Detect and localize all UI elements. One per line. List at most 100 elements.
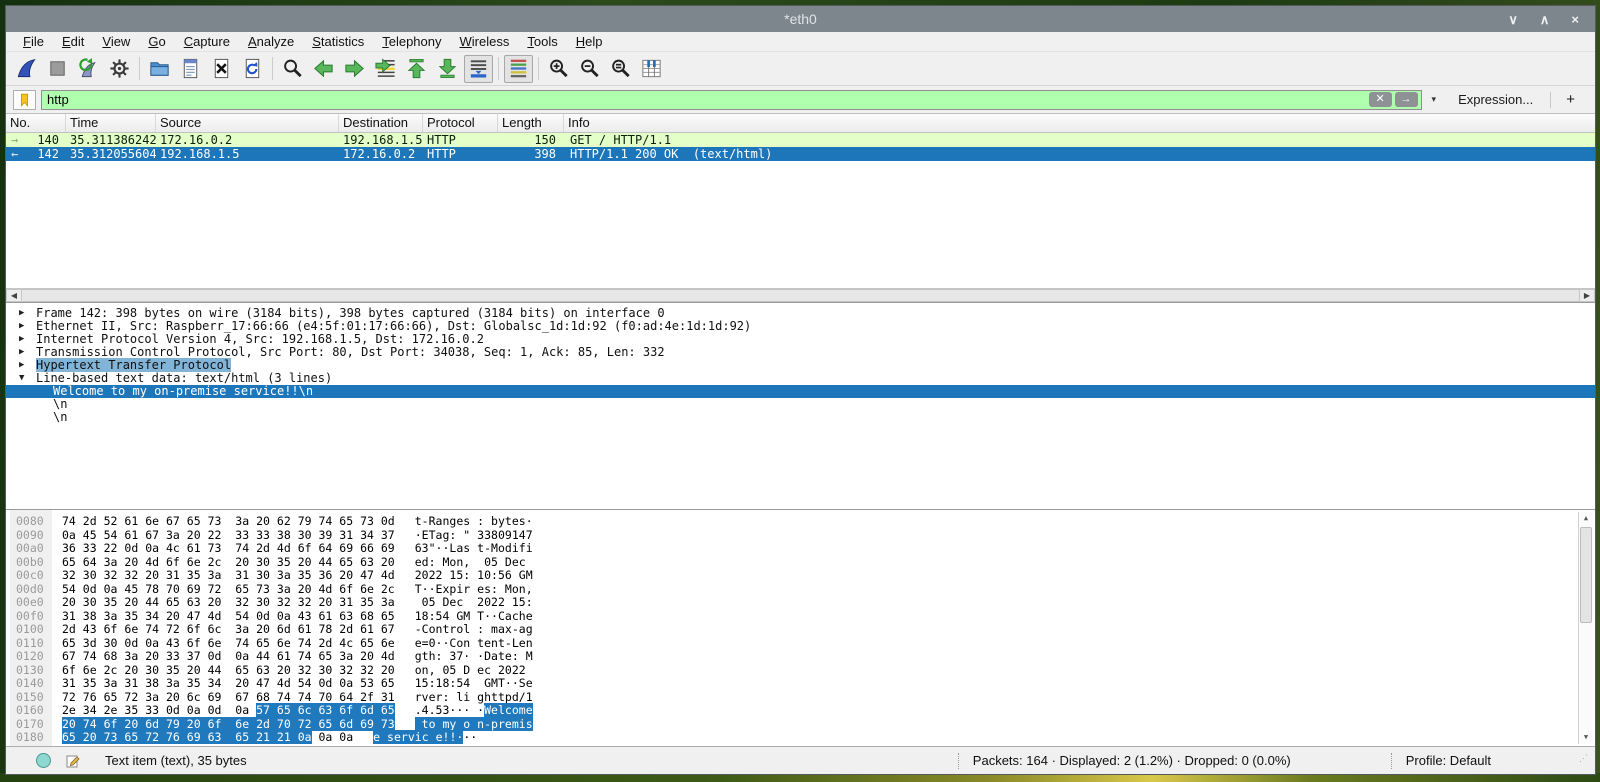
zoom-out-icon[interactable] bbox=[575, 55, 604, 83]
close-icon[interactable]: × bbox=[1571, 13, 1579, 26]
zoom-in-icon[interactable] bbox=[544, 55, 573, 83]
hex-row[interactable]: 00e020 30 35 20 44 65 63 20 32 30 32 32 … bbox=[6, 596, 1595, 610]
hex-row[interactable]: 00f031 38 3a 35 34 20 47 4d 54 0d 0a 43 … bbox=[6, 610, 1595, 624]
stop-capture-icon[interactable] bbox=[43, 55, 72, 83]
hex-row[interactable]: 00c032 30 32 32 20 31 35 3a 31 30 3a 35 … bbox=[6, 569, 1595, 583]
scroll-down-arrow-icon[interactable]: ▼ bbox=[1579, 731, 1593, 744]
expression-button[interactable]: Expression... bbox=[1446, 92, 1545, 107]
detail-row[interactable]: Welcome to my on-premise service!!\n bbox=[6, 385, 1595, 398]
hex-row[interactable]: 012067 74 68 3a 20 33 37 0d 0a 44 61 74 … bbox=[6, 650, 1595, 664]
expert-info-icon[interactable] bbox=[36, 753, 51, 768]
hex-row[interactable]: 01602e 34 2e 35 33 0d 0a 0d 0a 57 65 6c … bbox=[6, 704, 1595, 718]
expander-right-icon[interactable]: ▶ bbox=[19, 333, 24, 346]
column-header-no[interactable]: No. bbox=[6, 114, 66, 132]
minimize-icon[interactable]: ∨ bbox=[1508, 13, 1518, 26]
hex-row[interactable]: 008074 2d 52 61 6e 67 65 73 3a 20 62 79 … bbox=[6, 515, 1595, 529]
expander-right-icon[interactable]: ▶ bbox=[19, 320, 24, 333]
hex-row[interactable]: 014031 35 3a 31 38 3a 35 34 20 47 4d 54 … bbox=[6, 677, 1595, 691]
column-header-info[interactable]: Info bbox=[564, 114, 1595, 132]
menu-item-analyze[interactable]: Analyze bbox=[239, 34, 303, 49]
zoom-original-icon[interactable] bbox=[606, 55, 635, 83]
horizontal-scroll-thumb[interactable] bbox=[22, 289, 1579, 302]
hex-ascii: e=0··Con tent-Len bbox=[415, 636, 533, 650]
menu-item-go[interactable]: Go bbox=[139, 34, 174, 49]
hex-offset: 0170 bbox=[16, 718, 62, 732]
menu-item-file[interactable]: File bbox=[14, 34, 53, 49]
hex-offset: 0160 bbox=[16, 704, 62, 718]
capture-comment-icon[interactable] bbox=[65, 753, 81, 769]
hex-row[interactable]: 00d054 0d 0a 45 78 70 69 72 65 73 3a 20 … bbox=[6, 583, 1595, 597]
hex-row[interactable]: 018065 20 73 65 72 76 69 63 65 21 21 0a … bbox=[6, 731, 1595, 745]
filter-clear-button[interactable]: ✕ bbox=[1369, 92, 1392, 107]
open-file-icon[interactable] bbox=[145, 55, 174, 83]
scroll-up-arrow-icon[interactable]: ▲ bbox=[1579, 512, 1593, 525]
filter-add-button[interactable]: + bbox=[1556, 91, 1587, 108]
hex-row[interactable]: 015072 76 65 72 3a 20 6c 69 67 68 74 74 … bbox=[6, 691, 1595, 705]
detail-row[interactable]: \n bbox=[6, 398, 1595, 411]
status-profile[interactable]: Profile: Default bbox=[1406, 753, 1491, 768]
column-header-protocol[interactable]: Protocol bbox=[423, 114, 498, 132]
close-file-icon[interactable] bbox=[207, 55, 236, 83]
expander-right-icon[interactable]: ▶ bbox=[19, 359, 24, 372]
save-file-icon[interactable] bbox=[176, 55, 205, 83]
hex-ascii: e servic e!!··· bbox=[373, 730, 477, 744]
filter-input[interactable] bbox=[42, 91, 1369, 108]
detail-row[interactable]: ▶Transmission Control Protocol, Src Port… bbox=[6, 346, 1595, 359]
column-header-length[interactable]: Length bbox=[498, 114, 564, 132]
filter-bookmark-button[interactable] bbox=[13, 90, 36, 110]
filter-apply-button[interactable]: → bbox=[1395, 92, 1418, 107]
resize-columns-icon[interactable] bbox=[637, 55, 666, 83]
auto-scroll-icon[interactable] bbox=[464, 55, 493, 83]
packet-row[interactable]: →14035.311386242172.16.0.2192.168.1.5HTT… bbox=[6, 133, 1595, 147]
start-capture-icon[interactable] bbox=[12, 55, 41, 83]
menu-item-tools[interactable]: Tools bbox=[518, 34, 566, 49]
expander-down-icon[interactable]: ▼ bbox=[19, 372, 24, 385]
column-header-time[interactable]: Time bbox=[66, 114, 156, 132]
menu-item-statistics[interactable]: Statistics bbox=[303, 34, 373, 49]
packet-bytes-scrollbar[interactable]: ▲ ▼ bbox=[1578, 512, 1593, 744]
reload-file-icon[interactable] bbox=[238, 55, 267, 83]
menu-item-capture[interactable]: Capture bbox=[175, 34, 239, 49]
maximize-icon[interactable]: ∧ bbox=[1540, 13, 1550, 26]
expander-right-icon[interactable]: ▶ bbox=[19, 307, 24, 320]
hex-row[interactable]: 00900a 45 54 61 67 3a 20 22 33 33 38 30 … bbox=[6, 529, 1595, 543]
menu-item-view[interactable]: View bbox=[93, 34, 139, 49]
restart-capture-icon[interactable] bbox=[74, 55, 103, 83]
column-header-source[interactable]: Source bbox=[156, 114, 339, 132]
hex-offset: 0110 bbox=[16, 637, 62, 651]
packet-row[interactable]: ←14235.312055604192.168.1.5172.16.0.2HTT… bbox=[6, 147, 1595, 161]
menu-item-wireless[interactable]: Wireless bbox=[451, 34, 519, 49]
go-last-icon[interactable] bbox=[433, 55, 462, 83]
hex-row[interactable]: 00a036 33 22 0d 0a 4c 61 73 74 2d 4d 6f … bbox=[6, 542, 1595, 556]
vertical-scroll-thumb[interactable] bbox=[1580, 527, 1592, 623]
go-back-icon[interactable] bbox=[309, 55, 338, 83]
detail-row[interactable]: \n bbox=[6, 411, 1595, 424]
packet-list-horizontal-scrollbar[interactable]: ◀ ▶ bbox=[6, 288, 1595, 302]
hex-row[interactable]: 01002d 43 6f 6e 74 72 6f 6c 3a 20 6d 61 … bbox=[6, 623, 1595, 637]
go-forward-icon[interactable] bbox=[340, 55, 369, 83]
menu-item-telephony[interactable]: Telephony bbox=[373, 34, 450, 49]
go-first-icon[interactable] bbox=[402, 55, 431, 83]
resize-grip-icon[interactable]: ⋰ bbox=[1579, 753, 1587, 764]
detail-text: \n bbox=[53, 397, 67, 411]
column-header-destination[interactable]: Destination bbox=[339, 114, 423, 132]
packet-list-header: No.TimeSourceDestinationProtocolLengthIn… bbox=[6, 114, 1595, 133]
hex-ascii: ed: Mon, 05 Dec bbox=[415, 555, 533, 569]
scroll-right-arrow-icon[interactable]: ▶ bbox=[1579, 289, 1595, 302]
menu-item-help[interactable]: Help bbox=[567, 34, 612, 49]
go-to-packet-icon[interactable] bbox=[371, 55, 400, 83]
filter-history-dropdown-icon[interactable]: ▾ bbox=[1427, 94, 1442, 105]
hex-bytes: 65 20 73 65 72 76 69 63 65 21 21 0a 0a 0… bbox=[62, 730, 353, 744]
hex-row[interactable]: 01306f 6e 2c 20 30 35 20 44 65 63 20 32 … bbox=[6, 664, 1595, 678]
hex-bytes: 2e 34 2e 35 33 0d 0a 0d 0a 57 65 6c 63 6… bbox=[62, 703, 395, 717]
hex-row[interactable]: 011065 3d 30 0d 0a 43 6f 6e 74 65 6e 74 … bbox=[6, 637, 1595, 651]
hex-row[interactable]: 00b065 64 3a 20 4d 6f 6e 2c 20 30 35 20 … bbox=[6, 556, 1595, 570]
hex-row[interactable]: 017020 74 6f 20 6d 79 20 6f 6e 2d 70 72 … bbox=[6, 718, 1595, 732]
menu-item-edit[interactable]: Edit bbox=[53, 34, 93, 49]
expander-right-icon[interactable]: ▶ bbox=[19, 346, 24, 359]
colorize-icon[interactable] bbox=[504, 55, 533, 83]
scroll-left-arrow-icon[interactable]: ◀ bbox=[6, 289, 22, 302]
capture-options-icon[interactable] bbox=[105, 55, 134, 83]
find-packet-icon[interactable] bbox=[278, 55, 307, 83]
title-bar[interactable]: *eth0 ∨ ∧ × bbox=[6, 6, 1595, 32]
